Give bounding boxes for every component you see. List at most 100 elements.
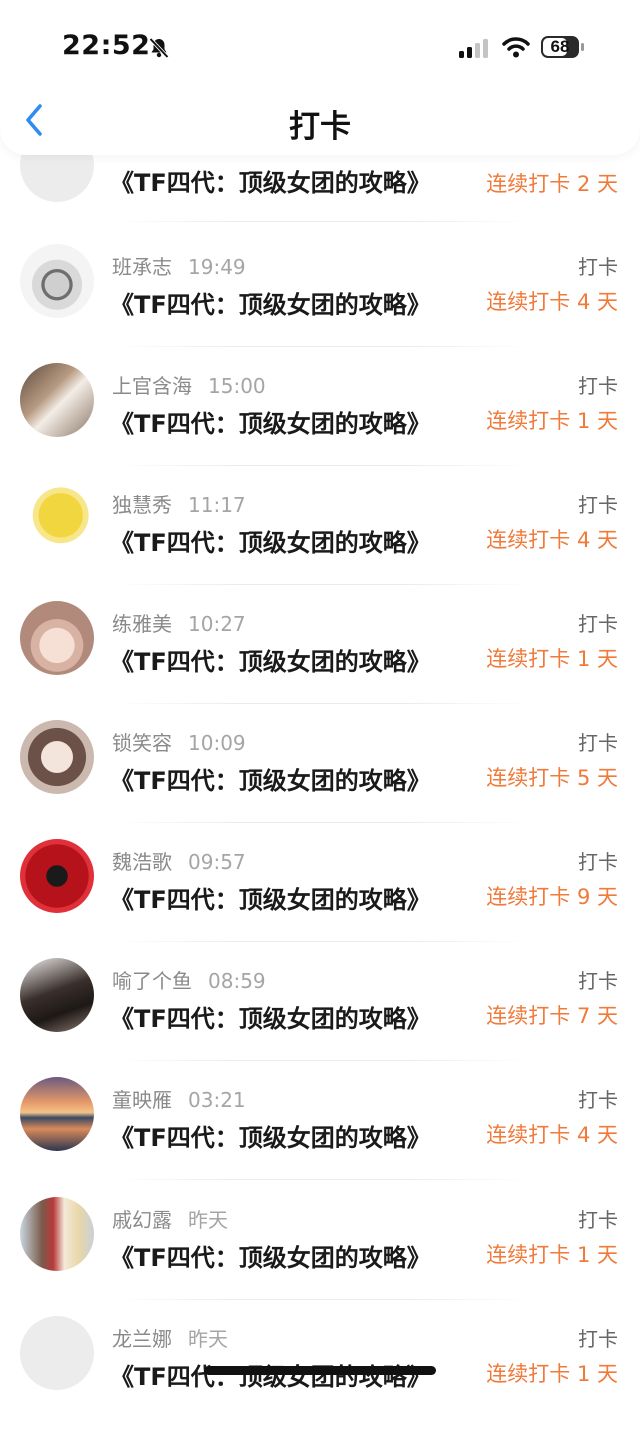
- avatar: [20, 482, 94, 556]
- list-item[interactable]: 喻了个鱼 08:59 《TF四代：顶级女团的攻略》 打卡 连续打卡 7 天: [0, 958, 640, 1077]
- post-time: 09:57: [188, 850, 246, 874]
- streak-count: 连续打卡 5 天: [486, 766, 618, 790]
- avatar: [20, 601, 94, 675]
- user-name-text: 童映雁: [112, 1088, 172, 1112]
- user-name-text: 独慧秀: [112, 493, 172, 517]
- divider: [112, 941, 532, 942]
- battery-tip: [581, 43, 584, 51]
- user-name-text: 上官含海: [112, 374, 192, 398]
- checkin-label: 打卡: [578, 612, 618, 636]
- checkin-label: 打卡: [578, 969, 618, 993]
- bell-muted-icon: [149, 37, 169, 59]
- user-name: 龙兰娜 昨天: [112, 1323, 228, 1352]
- streak-count: 连续打卡 1 天: [486, 647, 618, 671]
- list-item[interactable]: 魏浩歌 09:57 《TF四代：顶级女团的攻略》 打卡 连续打卡 9 天: [0, 839, 640, 958]
- avatar: [20, 720, 94, 794]
- list-item[interactable]: 童映雁 03:21 《TF四代：顶级女团的攻略》 打卡 连续打卡 4 天: [0, 1077, 640, 1196]
- course-title: 《TF四代：顶级女团的攻略》: [110, 169, 431, 197]
- user-name-text: 班承志: [112, 255, 172, 279]
- course-title: 《TF四代：顶级女团的攻略》: [110, 1244, 431, 1272]
- avatar: [20, 958, 94, 1032]
- list-item[interactable]: 独慧秀 11:17 《TF四代：顶级女团的攻略》 打卡 连续打卡 4 天: [0, 482, 640, 601]
- checkin-label: 打卡: [578, 850, 618, 874]
- course-title: 《TF四代：顶级女团的攻略》: [110, 1005, 431, 1033]
- home-indicator[interactable]: [204, 1366, 436, 1375]
- list-item[interactable]: 龙兰娜 昨天 《TF四代：顶级女团的攻略》 打卡 连续打卡 1 天: [0, 1316, 640, 1435]
- user-name: 上官含海 15:00: [112, 370, 266, 399]
- course-title: 《TF四代：顶级女团的攻略》: [110, 291, 431, 319]
- user-name: 童映雁 03:21: [112, 1084, 246, 1113]
- checkin-label: 打卡: [578, 493, 618, 517]
- post-time: 15:00: [208, 374, 266, 398]
- list-item[interactable]: 练雅美 10:27 《TF四代：顶级女团的攻略》 打卡 连续打卡 1 天: [0, 601, 640, 720]
- battery-icon: 68: [541, 36, 585, 58]
- user-name-text: 魏浩歌: [112, 850, 172, 874]
- streak-count: 连续打卡 1 天: [486, 1362, 618, 1386]
- avatar: [20, 1077, 94, 1151]
- divider: [112, 346, 532, 347]
- page-title: 打卡: [289, 109, 351, 145]
- streak-count: 连续打卡 4 天: [486, 528, 618, 552]
- checkin-label: 打卡: [578, 1208, 618, 1232]
- course-title: 《TF四代：顶级女团的攻略》: [110, 648, 431, 676]
- user-name: 锁笑容 10:09: [112, 727, 246, 756]
- post-time: 昨天: [188, 1208, 228, 1232]
- post-time: 19:49: [188, 255, 246, 279]
- avatar: [20, 839, 94, 913]
- post-time: 10:27: [188, 612, 246, 636]
- divider: [112, 1179, 532, 1180]
- list-item[interactable]: 班承志 19:49 《TF四代：顶级女团的攻略》 打卡 连续打卡 4 天: [0, 244, 640, 363]
- user-name: 练雅美 10:27: [112, 608, 246, 637]
- course-title: 《TF四代：顶级女团的攻略》: [110, 529, 431, 557]
- avatar: [20, 244, 94, 318]
- list-item[interactable]: 上官含海 15:00 《TF四代：顶级女团的攻略》 打卡 连续打卡 1 天: [0, 363, 640, 482]
- divider: [112, 822, 532, 823]
- divider: [112, 221, 532, 222]
- streak-count: 连续打卡 1 天: [486, 409, 618, 433]
- course-title: 《TF四代：顶级女团的攻略》: [110, 886, 431, 914]
- post-time: 08:59: [208, 969, 266, 993]
- user-name-text: 龙兰娜: [112, 1327, 172, 1351]
- checkin-label: 打卡: [578, 374, 618, 398]
- post-time: 11:17: [188, 493, 246, 517]
- user-name: 班承志 19:49: [112, 251, 246, 280]
- streak-count: 连续打卡 4 天: [486, 290, 618, 314]
- battery-percent: 68: [550, 37, 570, 56]
- avatar: [20, 1197, 94, 1271]
- user-name: 魏浩歌 09:57: [112, 846, 246, 875]
- user-name-text: 戚幻露: [112, 1208, 172, 1232]
- wifi-icon: [502, 37, 530, 58]
- streak-count: 连续打卡 2 天: [486, 172, 618, 196]
- checkin-label: 打卡: [578, 1088, 618, 1112]
- divider: [112, 584, 532, 585]
- divider: [112, 465, 532, 466]
- avatar: [20, 1316, 94, 1390]
- navigation-bar: 22:52 68 打卡: [0, 0, 640, 155]
- user-name-text: 喻了个鱼: [112, 969, 192, 993]
- checkin-label: 打卡: [578, 1327, 618, 1351]
- post-time: 10:09: [188, 731, 246, 755]
- checkin-label: 打卡: [578, 731, 618, 755]
- status-time: 22:52: [62, 30, 151, 61]
- checkin-label: 打卡: [578, 255, 618, 279]
- divider: [112, 1060, 532, 1061]
- list-item[interactable]: 锁笑容 10:09 《TF四代：顶级女团的攻略》 打卡 连续打卡 5 天: [0, 720, 640, 839]
- divider: [112, 1299, 532, 1300]
- streak-count: 连续打卡 9 天: [486, 885, 618, 909]
- course-title: 《TF四代：顶级女团的攻略》: [110, 410, 431, 438]
- streak-count: 连续打卡 7 天: [486, 1004, 618, 1028]
- course-title: 《TF四代：顶级女团的攻略》: [110, 1124, 431, 1152]
- user-name: 喻了个鱼 08:59: [112, 965, 266, 994]
- post-time: 昨天: [188, 1327, 228, 1351]
- streak-count: 连续打卡 1 天: [486, 1243, 618, 1267]
- list-item[interactable]: 戚幻露 昨天 《TF四代：顶级女团的攻略》 打卡 连续打卡 1 天: [0, 1197, 640, 1316]
- user-name: 戚幻露 昨天: [112, 1204, 228, 1233]
- post-time: 03:21: [188, 1088, 246, 1112]
- avatar: [20, 363, 94, 437]
- signal-icon: [459, 39, 488, 58]
- user-name-text: 练雅美: [112, 612, 172, 636]
- user-name: 独慧秀 11:17: [112, 489, 246, 518]
- user-name-text: 锁笑容: [112, 731, 172, 755]
- streak-count: 连续打卡 4 天: [486, 1123, 618, 1147]
- divider: [112, 703, 532, 704]
